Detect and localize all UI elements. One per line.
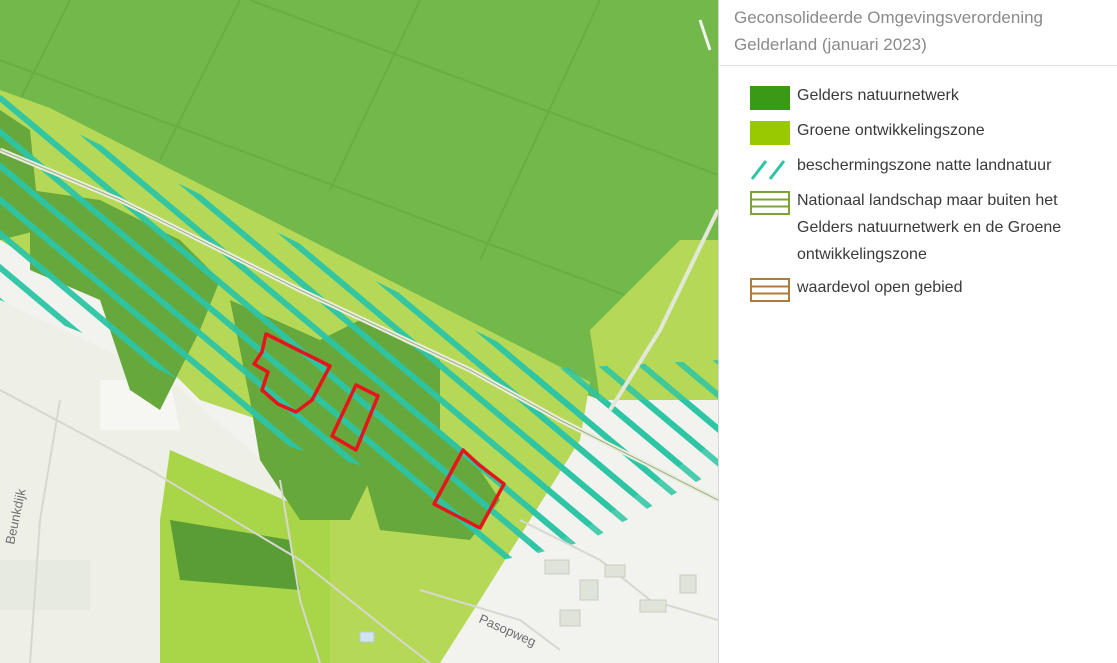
legend-title: Geconsolideerde Omgevingsverordening Gel… <box>719 0 1117 66</box>
map-canvas[interactable]: Beunkdijk Pasopweg <box>0 0 718 663</box>
building <box>544 559 570 575</box>
teal-diagonal-hatch-swatch-icon <box>750 155 790 181</box>
legend-label: Nationaal landschap maar buiten het Geld… <box>797 192 1062 263</box>
legend-label: Gelders natuurnetwerk <box>797 87 959 104</box>
building <box>604 564 626 578</box>
legend-item-beschermingszone: beschermingszone natte landnatuur <box>719 155 1117 181</box>
legend-list: Gelders natuurnetwerk Groene ontwikkelin… <box>719 66 1117 303</box>
legend-item-groene-ontwikkelingszone: Groene ontwikkelingszone <box>719 120 1117 146</box>
legend-item-waardevol-open-gebied: waardevol open gebied <box>719 277 1117 303</box>
building <box>639 599 667 613</box>
legend-panel: Geconsolideerde Omgevingsverordening Gel… <box>718 0 1117 663</box>
building <box>559 609 581 627</box>
olive-horizontal-lines-swatch-icon <box>750 190 790 216</box>
building <box>579 579 599 601</box>
map-view[interactable]: Beunkdijk Pasopweg <box>0 0 718 663</box>
legend-item-nationaal-landschap: Nationaal landschap maar buiten het Geld… <box>719 190 1117 268</box>
pond <box>359 631 375 643</box>
legend-label: beschermingszone natte landnatuur <box>797 157 1052 174</box>
legend-label: waardevol open gebied <box>797 279 963 296</box>
brown-horizontal-lines-swatch-icon <box>750 277 790 303</box>
legend-label: Groene ontwikkelingszone <box>797 122 985 139</box>
base-field <box>0 560 90 610</box>
legend-item-gelders-natuurnetwerk: Gelders natuurnetwerk <box>719 85 1117 111</box>
solid-dark-green-swatch-icon <box>750 85 790 111</box>
solid-light-green-swatch-icon <box>750 120 790 146</box>
building <box>679 574 697 594</box>
